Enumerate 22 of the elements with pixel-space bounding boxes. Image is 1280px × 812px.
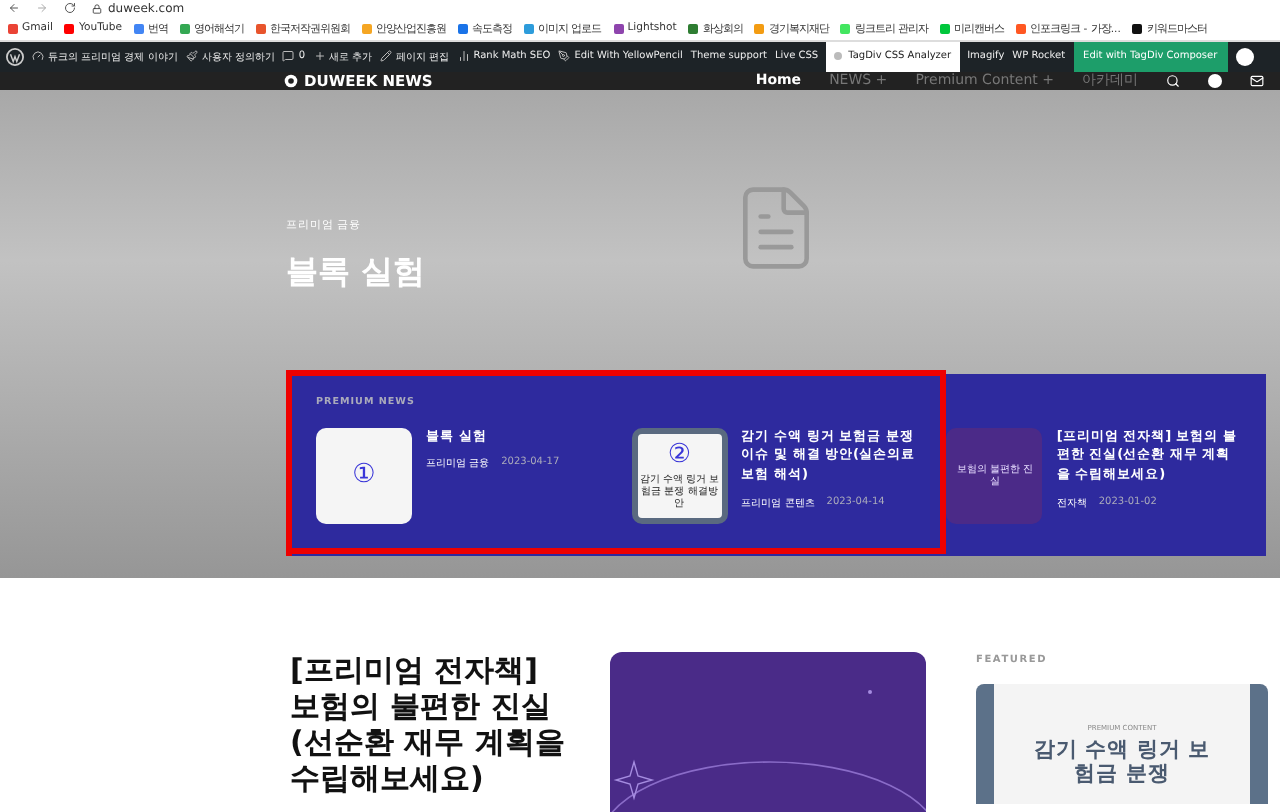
avatar[interactable] — [1235, 47, 1254, 66]
page-title: 블록 실험 — [286, 251, 428, 293]
status-dot — [834, 52, 843, 61]
pencil-icon — [380, 50, 393, 63]
comment-icon — [282, 50, 295, 63]
thumbnail-number: ① — [352, 460, 376, 490]
article-title[interactable]: [프리미엄 전자책] 보험의 불편한 진실(선순환 재무 계획을 수립해보세요) — [290, 651, 574, 812]
thumbnail[interactable]: ① — [316, 427, 412, 523]
lock-icon — [92, 3, 102, 14]
wordpress-logo-icon[interactable] — [6, 47, 24, 66]
reload-icon[interactable] — [64, 2, 76, 15]
chart-icon — [457, 50, 470, 63]
back-icon[interactable] — [8, 2, 20, 15]
mail-icon[interactable] — [1250, 73, 1264, 87]
account-icon[interactable] — [1208, 73, 1222, 87]
brush-icon — [185, 50, 198, 63]
search-icon[interactable] — [1166, 73, 1180, 87]
card-title: 감기 수액 링거 보험금 분쟁 — [1032, 737, 1212, 787]
thumbnail-number: ② — [667, 440, 691, 470]
pen-icon — [558, 50, 571, 63]
gauge-icon — [32, 50, 44, 63]
plus-icon — [313, 50, 326, 63]
